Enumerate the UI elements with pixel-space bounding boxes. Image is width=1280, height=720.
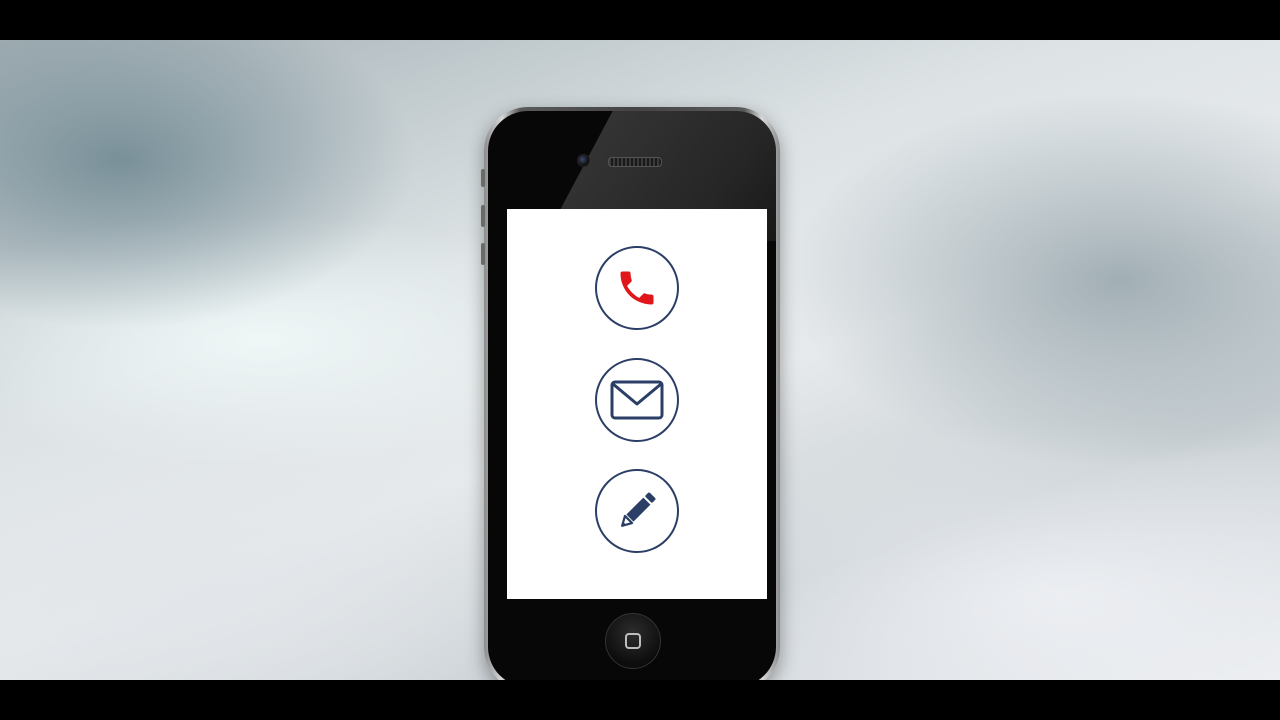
edit-button[interactable] — [595, 469, 679, 553]
volume-up-button — [481, 205, 485, 227]
volume-down-button — [481, 243, 485, 265]
phone-front-panel — [488, 111, 776, 680]
phone-screen — [507, 209, 767, 599]
letterbox-bottom — [0, 680, 1280, 720]
earpiece-speaker — [608, 157, 662, 167]
letterbox-top — [0, 0, 1280, 40]
home-square-icon — [625, 633, 641, 649]
mail-button[interactable] — [595, 358, 679, 442]
front-camera — [577, 154, 590, 167]
envelope-icon — [610, 380, 664, 420]
call-button[interactable] — [595, 246, 679, 330]
phone-icon — [620, 271, 654, 305]
pencil-icon — [621, 492, 656, 527]
home-button[interactable] — [605, 613, 661, 669]
mute-switch — [481, 169, 485, 187]
blurred-background — [0, 40, 1280, 680]
smartphone — [481, 107, 780, 680]
